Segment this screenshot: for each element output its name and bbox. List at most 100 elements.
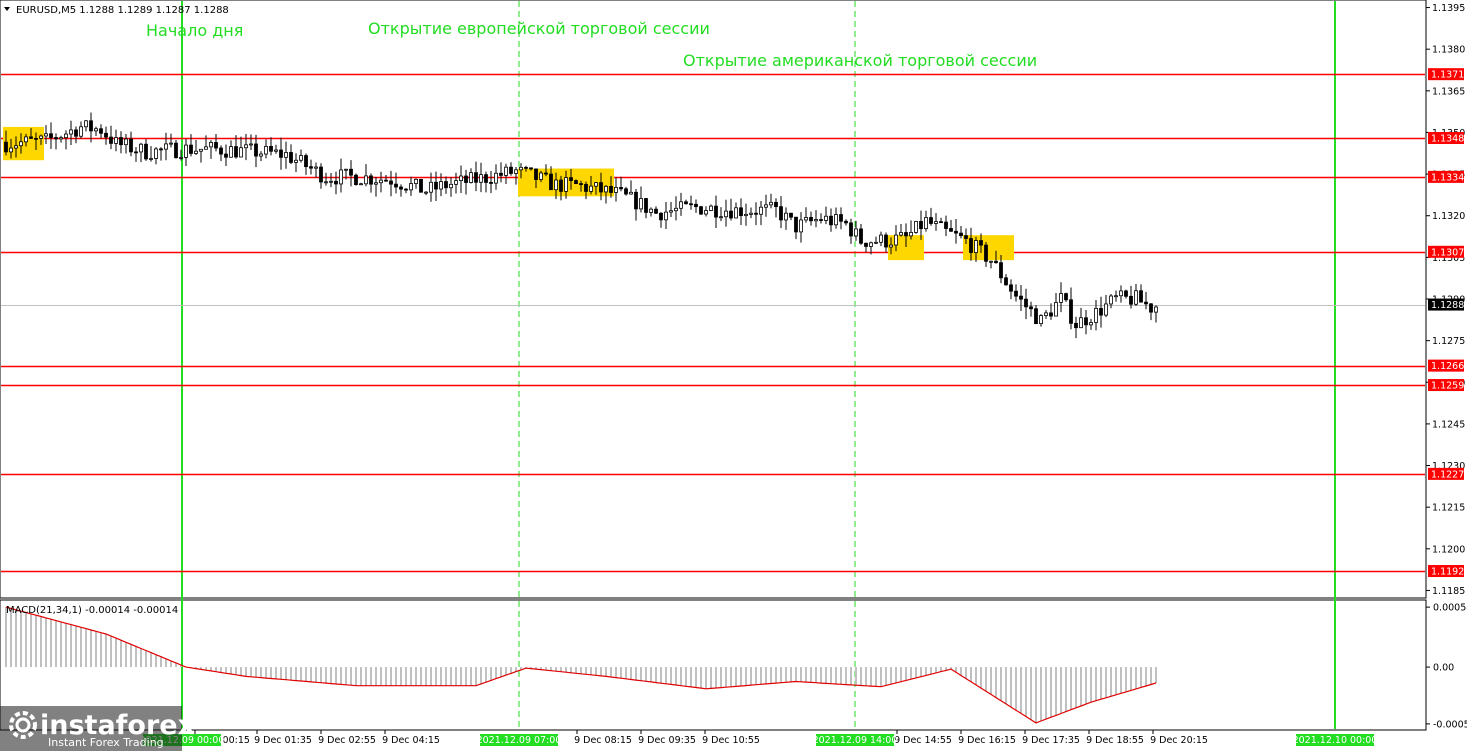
price-tick-label: 1.1320	[1432, 211, 1465, 222]
price-tick-label: 1.1185	[1432, 586, 1465, 597]
candle-body	[354, 174, 358, 185]
candle-body	[964, 235, 968, 239]
candle-body	[969, 238, 973, 253]
candle-body	[1134, 290, 1138, 305]
candle-body	[634, 191, 638, 210]
candle-body	[199, 148, 203, 152]
macd-axis: 0.00058 0.00 -0.00055	[1426, 603, 1467, 730]
candle-body	[954, 230, 958, 234]
candle-body	[129, 138, 133, 153]
candle-body	[719, 216, 723, 219]
chart-terminal: 1.13951.13801.13651.13501.13351.13201.13…	[0, 0, 1467, 751]
candle-body	[704, 210, 708, 215]
candle-body	[829, 215, 833, 226]
candle-body	[399, 186, 403, 190]
candle-body	[739, 207, 743, 217]
candle-body	[679, 201, 683, 209]
candle-body	[789, 212, 793, 218]
candle-body	[1044, 312, 1048, 316]
candle-body	[934, 221, 938, 224]
candle-body	[209, 142, 213, 148]
candle-body	[249, 143, 253, 146]
macd-tick-label: -0.00055	[1433, 719, 1467, 730]
candle-body	[499, 172, 503, 176]
candle-body	[404, 188, 408, 191]
candle-body	[1079, 317, 1083, 329]
candle-body	[654, 208, 658, 214]
candle-body	[1089, 322, 1093, 326]
level-price-label: 1.1259	[1431, 381, 1464, 392]
candle-body	[609, 185, 613, 193]
current-price-label: 1.1288	[1431, 300, 1464, 311]
candle-body	[89, 120, 93, 132]
time-tick-label: 9 Dec 01:35	[254, 735, 312, 746]
candle-body	[709, 205, 713, 211]
candle-body	[424, 191, 428, 194]
price-tick-label: 1.1245	[1432, 419, 1465, 430]
candle-body	[34, 137, 38, 140]
candle-body	[799, 219, 803, 233]
candle-body	[659, 212, 663, 221]
candle-body	[69, 129, 73, 135]
candle-body	[339, 169, 343, 185]
candle-body	[409, 183, 413, 191]
candle-body	[869, 242, 873, 247]
level-price-label: 1.1307	[1431, 247, 1464, 258]
candle-body	[44, 133, 48, 137]
candle-body	[494, 172, 498, 184]
candle-body	[169, 142, 173, 145]
candle-body	[114, 137, 118, 144]
candle-body	[754, 212, 758, 215]
candle-body	[39, 135, 43, 139]
candle-body	[729, 210, 733, 219]
candle-body	[204, 146, 208, 150]
candle-body	[699, 206, 703, 215]
candle-body	[299, 155, 303, 161]
candle-body	[1124, 290, 1128, 297]
annotation-day-start: Начало дня	[146, 21, 243, 40]
candle-body	[899, 232, 903, 236]
candle-body	[574, 180, 578, 184]
candle-body	[564, 177, 568, 192]
candle-body	[134, 151, 138, 154]
candle-body	[289, 152, 293, 163]
candle-body	[769, 201, 773, 206]
candle-body	[94, 128, 98, 132]
candle-body	[749, 212, 753, 215]
candle-body	[64, 133, 68, 139]
candle-body	[314, 166, 318, 169]
candle-body	[99, 128, 103, 134]
candle-body	[334, 180, 338, 185]
candle-body	[1099, 307, 1103, 316]
candle-body	[159, 148, 163, 151]
candle-body	[174, 142, 178, 159]
time-highlight-label: 2021.12.09 07:00	[477, 735, 562, 746]
candle-body	[1039, 315, 1043, 325]
candle-body	[4, 141, 8, 153]
candle-body	[579, 183, 583, 185]
candle-body	[234, 146, 238, 158]
candle-body	[119, 137, 123, 146]
candle-body	[104, 132, 108, 138]
time-tick-label: 9 Dec 04:15	[382, 735, 440, 746]
candle-body	[989, 260, 993, 263]
candle-body	[584, 183, 588, 192]
candle-body	[449, 183, 453, 189]
candle-body	[389, 180, 393, 185]
level-price-label: 1.1266	[1431, 361, 1464, 372]
candle-body	[179, 157, 183, 159]
highlight-zone	[3, 126, 44, 161]
price-tick-label: 1.1275	[1432, 336, 1465, 347]
time-tick-label: 9 Dec 10:55	[702, 735, 760, 746]
candle-body	[384, 179, 388, 182]
macd-panel[interactable]	[0, 599, 1427, 731]
price-panel[interactable]	[0, 0, 1427, 599]
candle-body	[784, 212, 788, 221]
candle-body	[264, 145, 268, 155]
candle-body	[364, 175, 368, 185]
candle-body	[504, 166, 508, 176]
candle-body	[259, 153, 263, 157]
candle-body	[359, 183, 363, 186]
candle-body	[1104, 303, 1108, 316]
candle-body	[454, 180, 458, 185]
